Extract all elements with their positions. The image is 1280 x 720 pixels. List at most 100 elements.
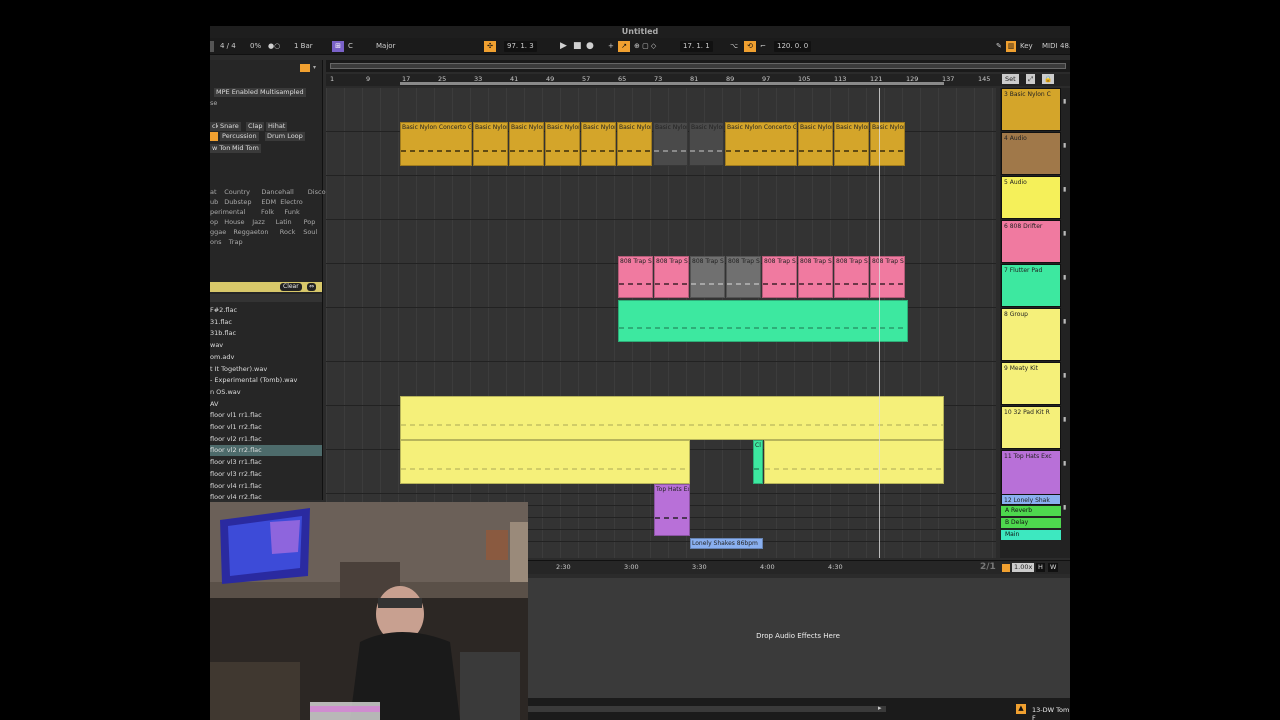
file-list-item[interactable]: floor vl2 rr1.flac [210,434,322,445]
loop-switch[interactable]: ⟲ [744,41,756,52]
file-list-item[interactable]: - Experimental (Tomb).wav [210,375,322,386]
filter-toggle-icon[interactable]: ⇔ [307,283,317,291]
clip-pad-kit[interactable] [764,440,944,484]
add-icon[interactable]: + [608,41,614,52]
follow-button[interactable]: ✣ [484,41,496,52]
track-io-icon[interactable]: ▮ [1063,416,1066,423]
clip-808-trap[interactable]: 808 Trap Se [798,256,833,298]
clip-basic-nylon[interactable]: Basic Nylon [473,122,508,166]
track-header[interactable]: 10 32 Pad Kit R [1001,406,1061,449]
track-io-icon[interactable]: ▮ [1063,504,1066,511]
device-view[interactable]: Drop Audio Effects Here [526,578,1070,698]
clear-button[interactable]: Clear [280,283,302,291]
genre-tag[interactable]: Jazz [252,218,265,226]
clip-basic-nylon[interactable]: Basic Nylon [798,122,833,166]
tempo-field[interactable]: 120. 0. 0 [774,41,812,52]
genre-tag[interactable]: Latin [276,218,292,226]
return-track[interactable]: Main [1001,530,1061,540]
zoom-icon[interactable] [1002,564,1010,572]
genre-tag[interactable]: Country [224,188,250,196]
record-icon[interactable]: ● [586,41,594,52]
genre-tag[interactable]: Soul [303,228,317,236]
beat-time-ruler[interactable]: 1 9 17 25 33 41 49 57 65 73 81 89 97 105 113 121 129 137 1… [326,74,1070,86]
chip-drum-loop[interactable]: Drum Loop [265,132,305,141]
tag-multisampled[interactable]: Multisampled [258,88,306,97]
track-io-icon[interactable]: ▮ [1063,230,1066,237]
file-list-item[interactable]: floor vl1 rr1.flac [210,410,322,421]
file-list-item[interactable]: AV [210,399,322,410]
arrangement-overview[interactable] [326,60,1070,72]
file-list-item[interactable]: t It Together).wav [210,364,322,375]
clip-808-trap[interactable]: 808 Trap Se [762,256,797,298]
draw-mode-icon[interactable]: ✎ [996,41,1002,52]
track-header[interactable]: 9 Meaty Kit [1001,362,1061,405]
track-header[interactable]: 4 Audio [1001,132,1061,175]
w-button[interactable]: W [1048,563,1059,572]
expand-icon[interactable]: ⤢ [1026,74,1036,84]
clip-basic-nylon[interactable]: Basic Nylon [545,122,580,166]
session-record-icon[interactable]: ⊕ ▢ ◇ [634,41,656,52]
clip-cl[interactable]: Cl [753,440,763,484]
track-header[interactable]: 8 Group [1001,308,1061,361]
clip-808-trap[interactable]: 808 Trap Se [690,256,725,298]
play-icon[interactable]: ▶ [560,41,567,52]
genre-tag[interactable]: at [210,188,217,196]
chip-hihat[interactable]: Hihat [266,122,288,131]
clip-basic-nylon[interactable]: Basic Nylon [834,122,869,166]
clip-top-hats[interactable]: Top Hats Ex [654,484,690,536]
file-list-item[interactable]: wav [210,340,322,351]
chip-percussion[interactable]: Percussion [220,132,259,141]
loop-start-position[interactable]: 17. 1. 1 [680,41,713,52]
genre-tag[interactable]: House [224,218,244,226]
genre-tag[interactable]: op [210,218,218,226]
keyboard-icon[interactable]: ▥ [1006,41,1016,52]
genre-tag[interactable]: perimental [210,208,245,216]
genre-tag[interactable]: Dancehall [261,188,293,196]
track-io-icon[interactable]: ▮ [1063,186,1066,193]
file-list-item[interactable]: om.adv [210,352,322,363]
clip-meaty-kit[interactable] [400,396,944,440]
genre-tag[interactable]: Trap [229,238,243,246]
browser-filter-icon[interactable] [300,64,310,72]
key-map-button[interactable]: Key [1020,41,1033,52]
file-list-item[interactable]: 31b.flac [210,328,322,339]
clip-basic-nylon[interactable]: Basic Nylon Concerto G [400,122,472,166]
genre-tag[interactable]: Rock [280,228,296,236]
track-io-icon[interactable]: ▮ [1063,98,1066,105]
file-list-item[interactable]: n OS.wav [210,387,322,398]
track-header[interactable]: 6 808 Drifter [1001,220,1061,263]
metronome-icon[interactable]: ●○ [268,41,280,52]
quantize-select[interactable]: 1 Bar [294,41,313,52]
track-io-icon[interactable]: ▮ [1063,460,1066,467]
clip-lonely-shakes[interactable]: Lonely Shakes 86bpm [690,538,763,549]
tag-partial[interactable]: se [210,99,217,107]
chip-snare[interactable]: Snare [218,122,241,131]
overview-strip[interactable] [330,63,1066,69]
track-io-icon[interactable]: ▮ [1063,274,1066,281]
genre-tag[interactable]: Electro [280,198,303,206]
set-button[interactable]: Set [1002,74,1019,84]
punch-in-icon[interactable]: ⌥ [730,41,738,52]
file-list-item[interactable]: floor vl1 rr2.flac [210,422,322,433]
play-small-icon[interactable]: ▸ [878,704,882,712]
clip-flutter-pad[interactable] [618,300,908,342]
chip-clap[interactable]: Clap [246,122,265,131]
automation-arm-button[interactable]: ↗ [618,41,630,52]
clip-basic-nylon[interactable]: Basic Nylon [689,122,724,166]
genre-tag[interactable]: Folk [261,208,274,216]
track-header[interactable]: 12 Lonely Shak [1001,494,1061,505]
lock-icon[interactable]: 🔒 [1042,74,1055,84]
genre-tag[interactable]: Reggaeton [233,228,268,236]
chevron-down-icon[interactable]: ▾ [313,64,316,71]
loop-brace[interactable] [400,82,944,85]
stop-icon[interactable]: ■ [573,41,582,52]
scale-mode-button[interactable]: ⊞ [332,41,344,52]
return-track[interactable]: B Delay [1001,518,1061,528]
track-header[interactable]: 7 Flutter Pad [1001,264,1061,307]
file-list-item[interactable]: floor vl4 rr1.flac [210,481,322,492]
track-header[interactable]: 5 Audio [1001,176,1061,219]
genre-tag[interactable]: Disco [308,188,326,196]
file-list-item[interactable]: floor vl3 rr2.flac [210,469,322,480]
clip-basic-nylon[interactable]: Basic Nylon [653,122,688,166]
file-list-item[interactable]: floor vl3 rr1.flac [210,457,322,468]
